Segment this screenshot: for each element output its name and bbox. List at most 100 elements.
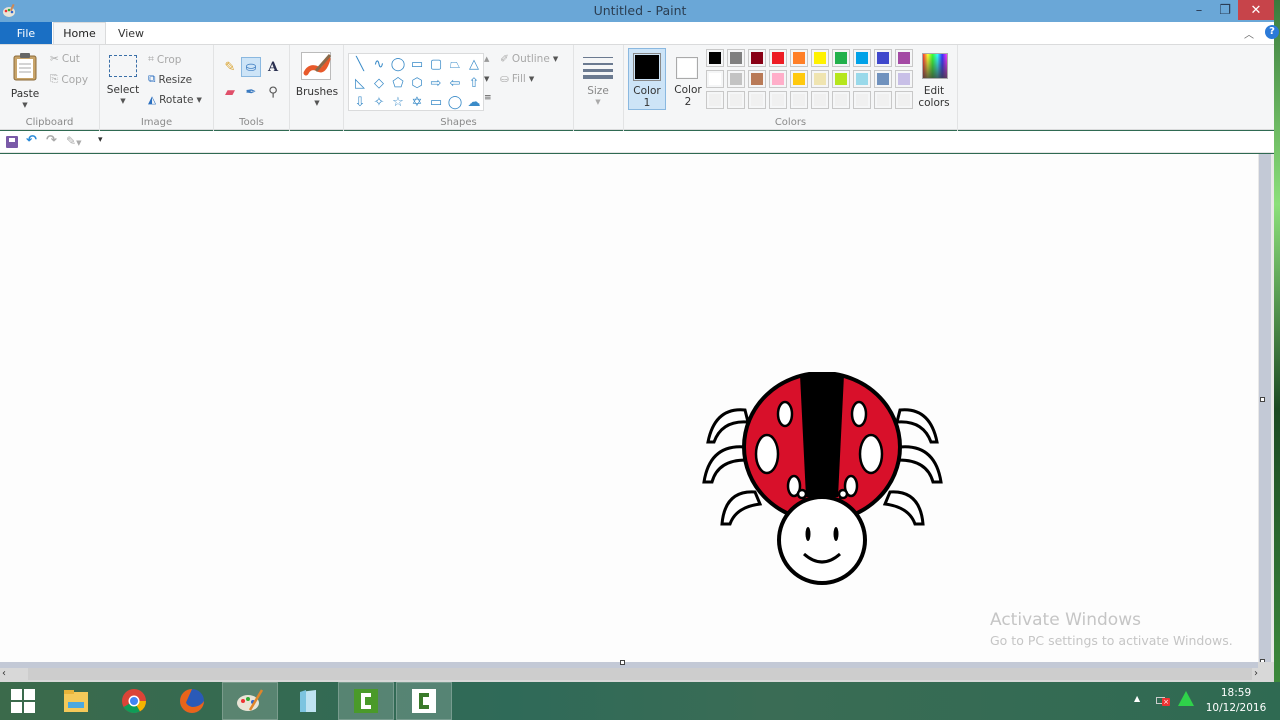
shape-left-arrow[interactable]: ⇦ [446, 74, 464, 92]
custom-color-slot[interactable] [811, 91, 829, 109]
custom-color-slot[interactable] [895, 91, 913, 109]
crop-button[interactable]: ⌗ Crop [148, 53, 181, 66]
shape-six-point-star[interactable]: ✡ [408, 93, 426, 111]
shape-rounded-rectangle[interactable]: ▢ [427, 55, 445, 73]
tray-expand-icon[interactable]: ▲ [1134, 694, 1140, 703]
canvas-resize-handle-right[interactable] [1260, 397, 1265, 402]
qat-dropdown-icon[interactable]: ▾ [98, 135, 103, 145]
magnifier-tool[interactable]: ⚲ [263, 82, 283, 102]
shapes-expand[interactable]: ≡ [484, 93, 492, 103]
collapse-ribbon-icon[interactable]: ︿ [1244, 26, 1254, 41]
scroll-right-icon[interactable]: › [1254, 668, 1258, 679]
palette-color[interactable] [832, 49, 850, 67]
start-button[interactable] [0, 682, 46, 720]
palette-color[interactable] [811, 49, 829, 67]
palette-color[interactable] [853, 49, 871, 67]
taskbar-file-explorer[interactable] [48, 682, 104, 720]
cut-button[interactable]: ✂ Cut [50, 53, 80, 65]
close-button[interactable]: ✕ [1238, 0, 1274, 20]
palette-color[interactable] [748, 70, 766, 88]
resize-button[interactable]: ⧉ Resize [148, 73, 192, 86]
redo-icon[interactable]: ↷ [46, 133, 57, 148]
shape-down-arrow[interactable]: ⇩ [351, 93, 369, 111]
scroll-left-icon[interactable]: ‹ [2, 668, 6, 679]
taskbar-notepad[interactable] [280, 682, 336, 720]
custom-color-slot[interactable] [790, 91, 808, 109]
taskbar-firefox[interactable] [164, 682, 220, 720]
select-dropdown-icon[interactable]: ▼ [106, 97, 140, 105]
tab-view[interactable]: View [106, 22, 156, 44]
palette-color[interactable] [769, 49, 787, 67]
shapes-scroll-down[interactable]: ▼ [484, 75, 489, 83]
shape-oval-callout[interactable]: ◯ [446, 93, 464, 111]
help-icon[interactable]: ? [1265, 25, 1279, 39]
custom-color-slot[interactable] [769, 91, 787, 109]
custom-color-slot[interactable] [706, 91, 724, 109]
paste-button[interactable]: Paste ▼ [8, 49, 42, 109]
restore-button[interactable]: ❐ [1212, 0, 1238, 20]
palette-color[interactable] [853, 70, 871, 88]
customize-tool-icon[interactable]: ✎▼ [66, 134, 81, 148]
shape-five-point-star[interactable]: ☆ [389, 93, 407, 111]
shape-four-point-star[interactable]: ✧ [370, 93, 388, 111]
color-picker-tool[interactable]: ✒ [241, 82, 261, 102]
brushes-button[interactable]: Brushes ▼ [294, 49, 340, 109]
edit-colors-button[interactable]: Edit colors [916, 49, 956, 111]
shape-diamond[interactable]: ◇ [370, 74, 388, 92]
outline-button[interactable]: ✐ Outline ▼ [500, 53, 558, 65]
palette-color[interactable] [748, 49, 766, 67]
palette-color[interactable] [874, 49, 892, 67]
shape-pentagon[interactable]: ⬠ [389, 74, 407, 92]
shape-up-arrow[interactable]: ⇧ [465, 74, 483, 92]
palette-color[interactable] [727, 49, 745, 67]
custom-color-slot[interactable] [748, 91, 766, 109]
shape-rounded-callout[interactable]: ▭ [427, 93, 445, 111]
select-button[interactable]: Select ▼ [106, 51, 140, 107]
palette-color[interactable] [832, 70, 850, 88]
taskbar-chrome[interactable] [106, 682, 162, 720]
shape-curve[interactable]: ∿ [370, 55, 388, 73]
palette-color[interactable] [769, 70, 787, 88]
palette-color[interactable] [895, 70, 913, 88]
copy-button[interactable]: ⎘ Copy [50, 73, 88, 86]
canvas-area[interactable] [0, 154, 1258, 662]
fill-tool[interactable]: ⛀ [241, 57, 261, 77]
network-disconnected-icon[interactable]: × [1156, 694, 1170, 706]
palette-color[interactable] [706, 70, 724, 88]
shape-rectangle[interactable]: ▭ [408, 55, 426, 73]
eraser-tool[interactable]: ▰ [220, 82, 240, 102]
tab-home[interactable]: Home [53, 22, 106, 44]
color1-button[interactable]: Color 1 [628, 48, 666, 110]
palette-color[interactable] [706, 49, 724, 67]
color2-button[interactable]: Color 2 [670, 48, 708, 110]
taskbar-camtasia-recorder[interactable] [338, 682, 394, 720]
shape-right-arrow[interactable]: ⇨ [427, 74, 445, 92]
taskbar-paint[interactable] [222, 682, 278, 720]
pencil-tool[interactable]: ✎ [220, 57, 240, 77]
shape-oval[interactable]: ◯ [389, 55, 407, 73]
palette-color[interactable] [727, 70, 745, 88]
taskbar-clock[interactable]: 18:59 10/12/2016 [1200, 686, 1272, 716]
shape-right-triangle[interactable]: ◺ [351, 74, 369, 92]
shape-hexagon[interactable]: ⬡ [408, 74, 426, 92]
palette-color[interactable] [874, 70, 892, 88]
taskbar-camtasia-studio[interactable] [396, 682, 452, 720]
tab-file[interactable]: File [0, 22, 52, 44]
shape-cloud-callout[interactable]: ☁ [465, 93, 483, 111]
fill-button[interactable]: ⛀ Fill ▼ [500, 73, 534, 85]
shape-line[interactable]: ╲ [351, 55, 369, 73]
shape-triangle[interactable]: △ [465, 55, 483, 73]
tray-app-icon[interactable] [1178, 691, 1194, 706]
undo-icon[interactable]: ↶ [26, 133, 37, 148]
size-button[interactable]: Size ▼ [578, 49, 620, 109]
shape-polygon[interactable]: ⏢ [446, 55, 464, 73]
custom-color-slot[interactable] [832, 91, 850, 109]
minimize-button[interactable]: – [1186, 0, 1212, 20]
save-icon[interactable] [6, 136, 18, 148]
shapes-scroll-up[interactable]: ▲ [484, 55, 489, 63]
palette-color[interactable] [811, 70, 829, 88]
custom-color-slot[interactable] [727, 91, 745, 109]
canvas-resize-handle-bottom[interactable] [620, 660, 625, 665]
palette-color[interactable] [790, 49, 808, 67]
text-tool[interactable]: A [263, 57, 283, 77]
